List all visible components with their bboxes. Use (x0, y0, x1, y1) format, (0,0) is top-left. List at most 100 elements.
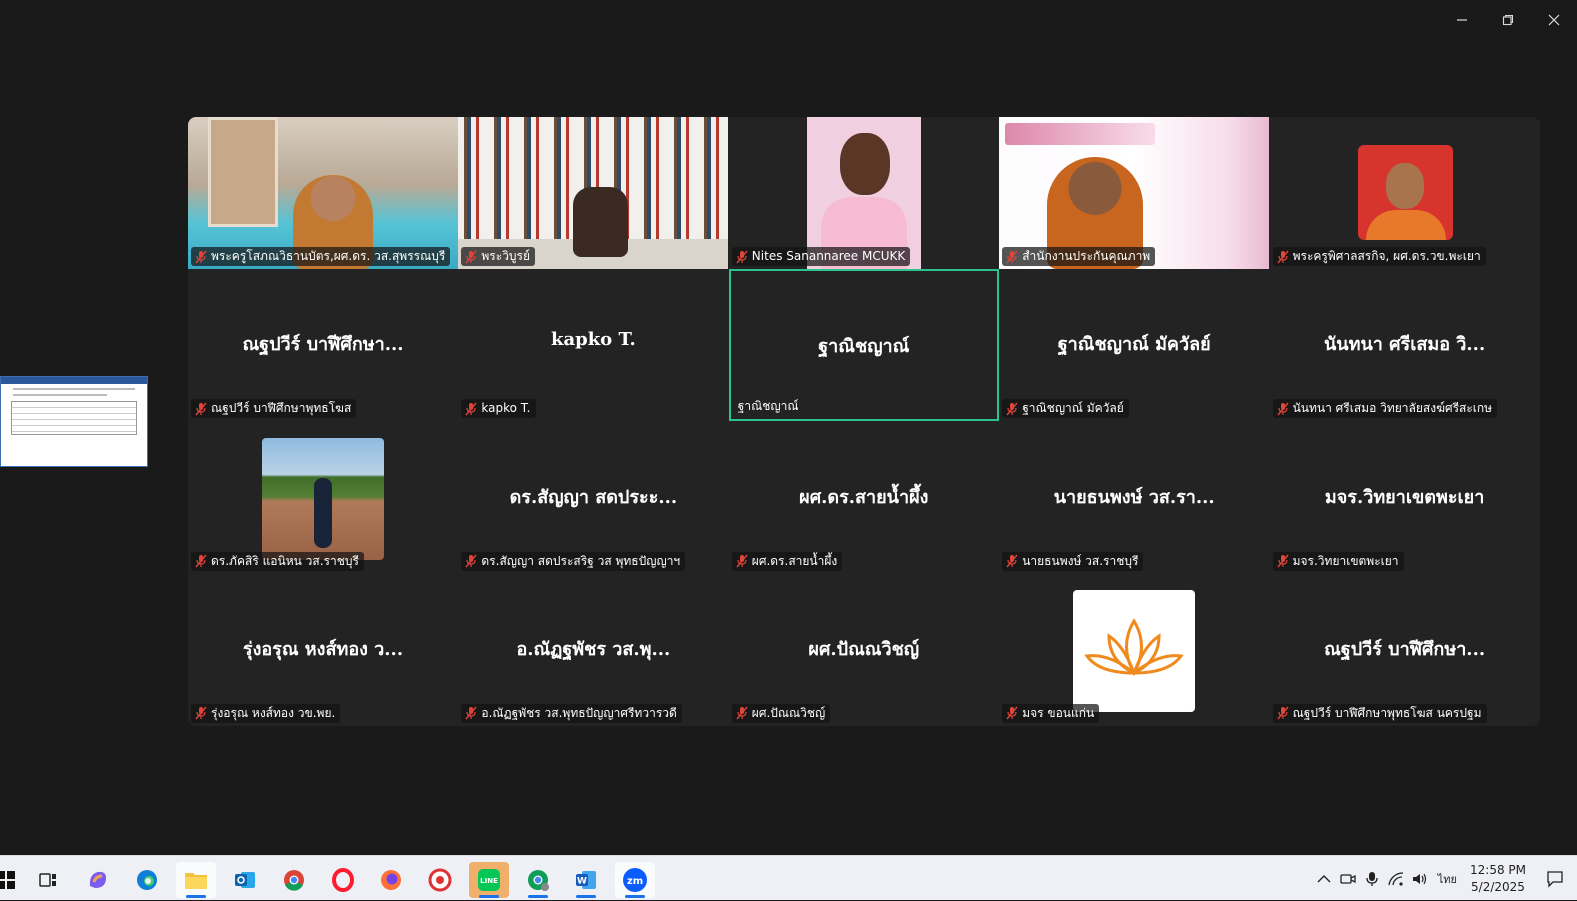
mic-muted-icon (195, 706, 207, 720)
copilot-icon[interactable] (78, 862, 118, 898)
participant-name-label: ณฐปวีร์ บาฬีศึกษาพุทธโฆส (191, 399, 357, 419)
participant-tile[interactable]: kapko T. kapko T. (458, 269, 729, 422)
task-view-icon[interactable] (28, 862, 68, 898)
participant-name-label: สำนักงานประกันคุณภาพ (1002, 247, 1156, 266)
participant-name-label: Nites Sanannaree MCUKK (731, 247, 911, 266)
mic-muted-icon (465, 402, 477, 416)
edge-icon[interactable] (127, 862, 167, 898)
chevron-up-icon[interactable] (1312, 867, 1336, 891)
participant-tile[interactable]: ณฐปวีร์ บาฬีศึกษา... ณฐปวีร์ บาฬีศึกษาพุท… (1269, 573, 1540, 726)
participant-name-label: พระครูพิศาลสรกิจ, ผศ.ดร.วข.พะเยา (1272, 247, 1486, 266)
participant-tile[interactable]: นายธนพงษ์ วส.รา... นายธนพงษ์ วส.ราชบุรี (999, 421, 1270, 574)
participant-name-label: ฐาณิชญาณ์ (734, 397, 804, 416)
participant-display-name: ผศ.ปัณณวิชญ์ (808, 638, 920, 660)
active-indicator (528, 895, 548, 898)
participant-tile[interactable]: พระวิบูรย์ (458, 117, 729, 269)
shared-screen-thumbnail[interactable] (0, 376, 148, 467)
participant-name-label: ณฐปวีร์ บาฬีศึกษาพุทธโฆส นครปฐม (1272, 703, 1487, 723)
participant-name: อ.ณัฏฐพัชร วส.พุทธปัญญาศรีทวารวดี (481, 705, 677, 720)
opera-icon[interactable] (323, 862, 363, 898)
mic-muted-icon (1006, 554, 1018, 568)
meet-now-icon[interactable] (1336, 867, 1360, 891)
participant-name-label: ดร.สัญญา สดประสริฐ วส พุทธปัญญาฯ (461, 551, 686, 571)
zoom-icon[interactable]: zm (615, 862, 655, 898)
participant-tile[interactable]: พระครูโสภณวิธานบัตร,ผศ.ดร. วส.สุพรรณบุรี (188, 117, 458, 269)
participant-display-name: kapko T. (550, 329, 636, 351)
mic-muted-icon (195, 554, 207, 568)
participant-tile[interactable]: Nites Sanannaree MCUKK (728, 117, 999, 269)
participant-name: ดร.สัญญา สดประสริฐ วส พุทธปัญญาฯ (481, 553, 681, 568)
participant-name-label: นายธนพงษ์ วส.ราชบุรี (1002, 551, 1144, 571)
mic-muted-icon (195, 250, 207, 264)
participant-name: มจร.วิทยาเขตพะเยา (1292, 553, 1399, 568)
restore-icon[interactable] (1485, 0, 1531, 40)
participant-tile[interactable]: ณฐปวีร์ บาฬีศึกษา... ณฐปวีร์ บาฬีศึกษาพุท… (188, 269, 458, 422)
mic-muted-icon (1277, 706, 1289, 720)
participant-tile[interactable]: นันทนา ศรีเสมอ วิ... นันทนา ศรีเสมอ วิทยา… (1269, 269, 1540, 422)
mic-muted-icon (736, 706, 748, 720)
chrome-icon[interactable] (274, 862, 314, 898)
participant-tile[interactable]: สำนักงานประกันคุณภาพ (999, 117, 1270, 269)
participant-tile[interactable]: อ.ณัฏฐพัชร วส.พุ... อ.ณัฏฐพัชร วส.พุทธปัญ… (458, 573, 729, 726)
participant-tile[interactable]: ผศ.ปัณณวิชญ์ ผศ.ปัณณวิชญ์ (728, 573, 999, 726)
participant-name: นายธนพงษ์ วส.ราชบุรี (1022, 553, 1139, 568)
input-language[interactable]: ไทย (1438, 870, 1457, 888)
participant-avatar (1357, 145, 1453, 240)
participant-tile[interactable]: มจร.วิทยาเขตพะเยา มจร.วิทยาเขตพะเยา (1269, 421, 1540, 574)
participant-name: ณฐปวีร์ บาฬีศึกษาพุทธโฆส (211, 401, 352, 416)
firefox-icon[interactable] (371, 862, 411, 898)
thumbnail-table (11, 401, 137, 435)
participant-display-name: รุ่งอรุณ หงส์ทอง ว... (242, 638, 404, 660)
participant-name: รุ่งอรุณ หงส์ทอง วข.พย. (211, 705, 336, 720)
svg-text:LINE: LINE (480, 877, 498, 885)
network-icon[interactable] (1384, 867, 1408, 891)
participant-display-name: ณฐปวีร์ บาฬีศึกษา... (242, 334, 404, 356)
app-icon[interactable] (420, 862, 460, 898)
system-clock[interactable]: 12:58 PM 5/2/2025 (1463, 862, 1533, 896)
windows-taskbar: LINE W zm ไทย 12:58 PM 5/2/2025 (0, 855, 1577, 900)
mic-muted-icon (1277, 250, 1289, 264)
participant-tile[interactable]: ฐาณิชญาณ์ ฐาณิชญาณ์ (728, 269, 999, 422)
participant-display-name: นันทนา ศรีเสมอ วิ... (1323, 334, 1486, 356)
microphone-icon[interactable] (1360, 867, 1384, 891)
speaker-icon[interactable] (1408, 867, 1432, 891)
participant-name-label: มจร.วิทยาเขตพะเยา (1272, 551, 1404, 571)
minimize-icon[interactable] (1439, 0, 1485, 40)
participant-tile[interactable]: รุ่งอรุณ หงส์ทอง ว... รุ่งอรุณ หงส์ทอง วข… (188, 573, 458, 726)
participant-name-label: ดร.ภัคสิริ แอนิหน วส.ราชบุรี (191, 551, 364, 571)
participant-name-label: มจร ขอนแก่น (1002, 703, 1100, 723)
participant-gallery: พระครูโสภณวิธานบัตร,ผศ.ดร. วส.สุพรรณบุรี… (188, 117, 1540, 726)
clock-time: 12:58 PM (1470, 862, 1526, 877)
participant-name-label: kapko T. (461, 399, 536, 419)
outlook-icon[interactable] (225, 862, 265, 898)
mic-muted-icon (465, 554, 477, 568)
participant-tile[interactable]: พระครูพิศาลสรกิจ, ผศ.ดร.วข.พะเยา (1269, 117, 1540, 269)
start-icon[interactable] (0, 862, 26, 898)
word-icon[interactable]: W (566, 862, 606, 898)
participant-name: พระวิบูรย์ (481, 249, 531, 263)
participant-display-name: ดร.สัญญา สดประะ... (509, 486, 678, 508)
lotus-logo-icon (1073, 589, 1196, 712)
participant-display-name: ฐาณิชญาณ์ (818, 336, 910, 358)
participant-tile[interactable]: ฐาณิชญาณ์ มัควัลย์ ฐาณิชญาณ์ มัควัลย์ (999, 269, 1270, 422)
participant-tile[interactable]: ดร.สัญญา สดประะ... ดร.สัญญา สดประสริฐ วส … (458, 421, 729, 574)
file-explorer-icon[interactable] (176, 862, 216, 898)
participant-name: kapko T. (481, 401, 531, 416)
participant-tile[interactable]: ดร.ภัคสิริ แอนิหน วส.ราชบุรี (188, 421, 458, 574)
participant-name-label: รุ่งอรุณ หงส์ทอง วข.พย. (191, 703, 341, 723)
line-icon[interactable]: LINE (469, 862, 509, 898)
participant-avatar (262, 437, 384, 560)
active-indicator (625, 895, 645, 898)
mic-muted-icon (736, 554, 748, 568)
notification-icon[interactable] (1533, 870, 1577, 888)
chrome-profile-icon[interactable] (518, 862, 558, 898)
participant-name: Nites Sanannaree MCUKK (751, 249, 906, 263)
mic-muted-icon (1006, 402, 1018, 416)
participant-name: สำนักงานประกันคุณภาพ (1022, 249, 1151, 263)
participant-name: นันทนา ศรีเสมอ วิทยาลัยสงฆ์ศรีสะเกษ (1292, 401, 1493, 416)
participant-tile[interactable]: ผศ.ดร.สายน้ำผึ้ง ผศ.ดร.สายน้ำผึ้ง (728, 421, 999, 574)
active-indicator (186, 895, 206, 898)
participant-tile[interactable]: มจร ขอนแก่น (999, 573, 1270, 726)
close-icon[interactable] (1531, 0, 1577, 40)
system-tray: ไทย 12:58 PM 5/2/2025 (1312, 856, 1577, 901)
